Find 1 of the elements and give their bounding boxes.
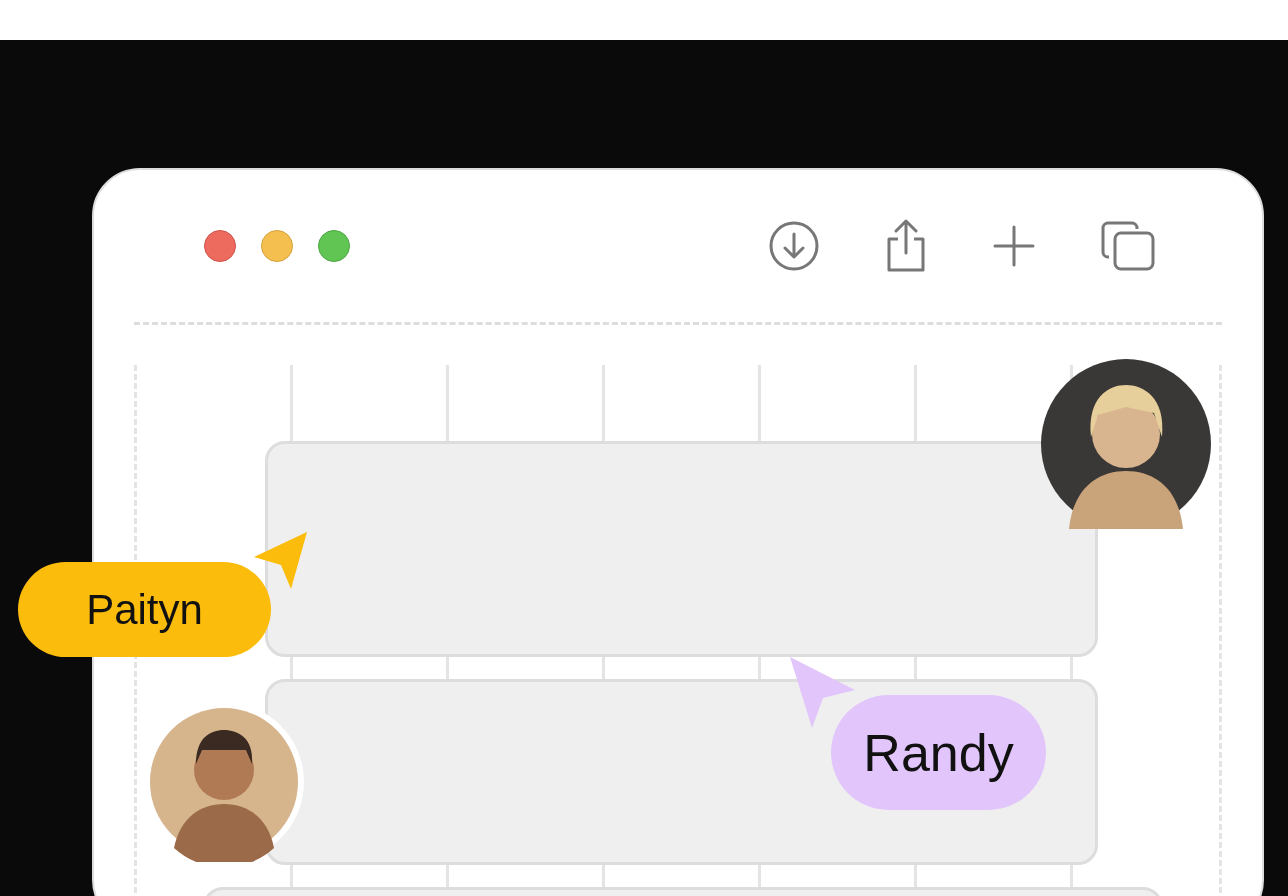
name-label: Paityn: [18, 562, 271, 657]
